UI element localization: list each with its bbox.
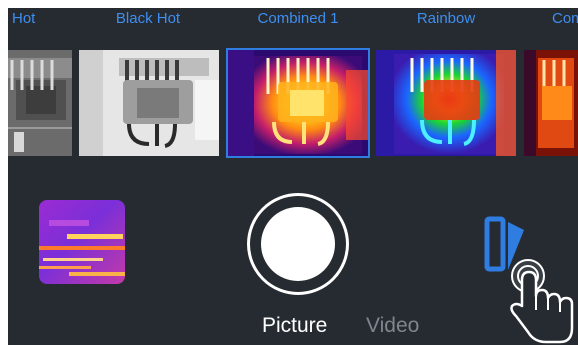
palette-label-black-hot[interactable]: Black Hot bbox=[78, 8, 218, 30]
palette-label-combined-2[interactable]: Com bbox=[524, 8, 578, 30]
palette-thumbnail-combined-2[interactable] bbox=[524, 50, 578, 156]
palette-label-rainbow[interactable]: Rainbow bbox=[376, 8, 516, 30]
palette-thumbnail-hot[interactable] bbox=[8, 50, 72, 156]
palette-thumbnail-black-hot[interactable] bbox=[79, 50, 219, 156]
shutter-icon bbox=[261, 207, 335, 281]
palette-thumbnail-rainbow[interactable] bbox=[376, 50, 516, 156]
thermal-camera-app: Hot Black Hot Combined 1 Rainbow Com Pic… bbox=[8, 8, 578, 345]
palette-thumbnail-combined-1[interactable] bbox=[226, 48, 370, 158]
mode-tab-video[interactable]: Video bbox=[366, 313, 419, 339]
mode-tab-picture[interactable]: Picture bbox=[262, 313, 327, 339]
palette-label-hot[interactable]: Hot bbox=[8, 8, 52, 30]
screen: Hot Black Hot Combined 1 Rainbow Com Pic… bbox=[0, 0, 578, 345]
palette-label-combined-1[interactable]: Combined 1 bbox=[228, 8, 368, 30]
tap-hand-icon bbox=[506, 258, 578, 345]
gallery-thumbnail-icon[interactable] bbox=[39, 200, 125, 284]
shutter-button[interactable] bbox=[247, 193, 349, 295]
